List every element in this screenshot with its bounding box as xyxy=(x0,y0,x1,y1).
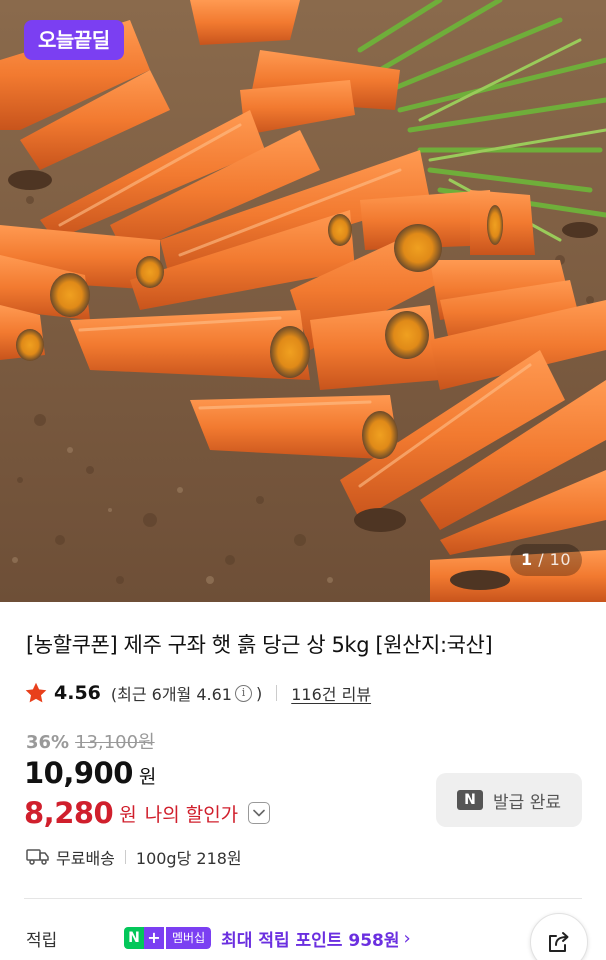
image-counter: 1 / 10 xyxy=(510,544,582,576)
shipping-row: 무료배송 100g당 218원 xyxy=(26,843,242,871)
product-image[interactable]: 오늘끝딜 1 / 10 xyxy=(0,0,606,602)
recent-rating-close: ) xyxy=(256,683,263,703)
chevron-right-icon[interactable]: › xyxy=(404,928,411,949)
image-counter-separator: / xyxy=(538,550,545,569)
divider xyxy=(276,685,278,701)
free-shipping-label: 무료배송 xyxy=(56,849,115,868)
carrot-photo xyxy=(0,0,606,602)
deal-badge: 오늘끝딜 xyxy=(24,20,124,60)
truck-icon xyxy=(26,849,49,865)
plus-icon: + xyxy=(144,927,164,949)
membership-label: 멤버십 xyxy=(166,927,212,949)
product-title: [농할쿠폰] 제주 구좌 햇 흙 당근 상 5kg [원산지:국산] xyxy=(26,633,493,657)
image-counter-current: 1 xyxy=(520,550,533,569)
sale-price-unit: 원 xyxy=(138,766,157,788)
sale-price-row: 10,900 원 xyxy=(24,756,156,790)
share-icon xyxy=(549,932,569,952)
section-divider xyxy=(24,898,582,899)
max-points-link[interactable]: 최대 적립 포인트 958원 xyxy=(221,926,399,951)
recent-rating: (최근 6개월 4.61 i ) xyxy=(111,681,262,705)
coupon-issued-button[interactable]: N 발급 완료 xyxy=(436,773,582,827)
coupon-label: 발급 완료 xyxy=(493,792,561,813)
rating-value: 4.56 xyxy=(54,682,101,704)
naver-n-icon: N xyxy=(124,927,144,949)
discount-row: 36% 13,100원 xyxy=(26,728,155,754)
chevron-down-icon xyxy=(253,809,265,817)
share-button[interactable] xyxy=(530,913,588,960)
my-price-dropdown-button[interactable] xyxy=(248,802,271,824)
recent-rating-text: (최근 6개월 4.61 xyxy=(110,685,232,704)
original-price: 13,100원 xyxy=(75,732,155,753)
my-price: 8,280 xyxy=(24,796,114,830)
n-icon: N xyxy=(457,790,484,810)
sale-price: 10,900 xyxy=(24,756,133,790)
image-counter-total: 10 xyxy=(549,550,572,569)
my-price-row: 8,280 원 나의 할인가 xyxy=(24,796,271,830)
info-icon[interactable]: i xyxy=(235,684,252,702)
naver-plus-membership-badge: N + 멤버십 xyxy=(124,927,212,949)
my-price-unit: 원 xyxy=(119,803,137,826)
points-row: 적립 N + 멤버십 최대 적립 포인트 958원 › xyxy=(26,922,586,954)
points-label: 적립 xyxy=(26,930,58,951)
divider xyxy=(124,850,126,864)
rating-row: 4.56 (최근 6개월 4.61 i ) 116건 리뷰 xyxy=(24,676,371,710)
star-icon xyxy=(25,682,47,703)
my-price-label: 나의 할인가 xyxy=(144,803,239,826)
unit-price: 100g당 218원 xyxy=(135,849,242,868)
review-link[interactable]: 116건 리뷰 xyxy=(291,681,371,705)
discount-rate: 36% xyxy=(26,732,70,753)
